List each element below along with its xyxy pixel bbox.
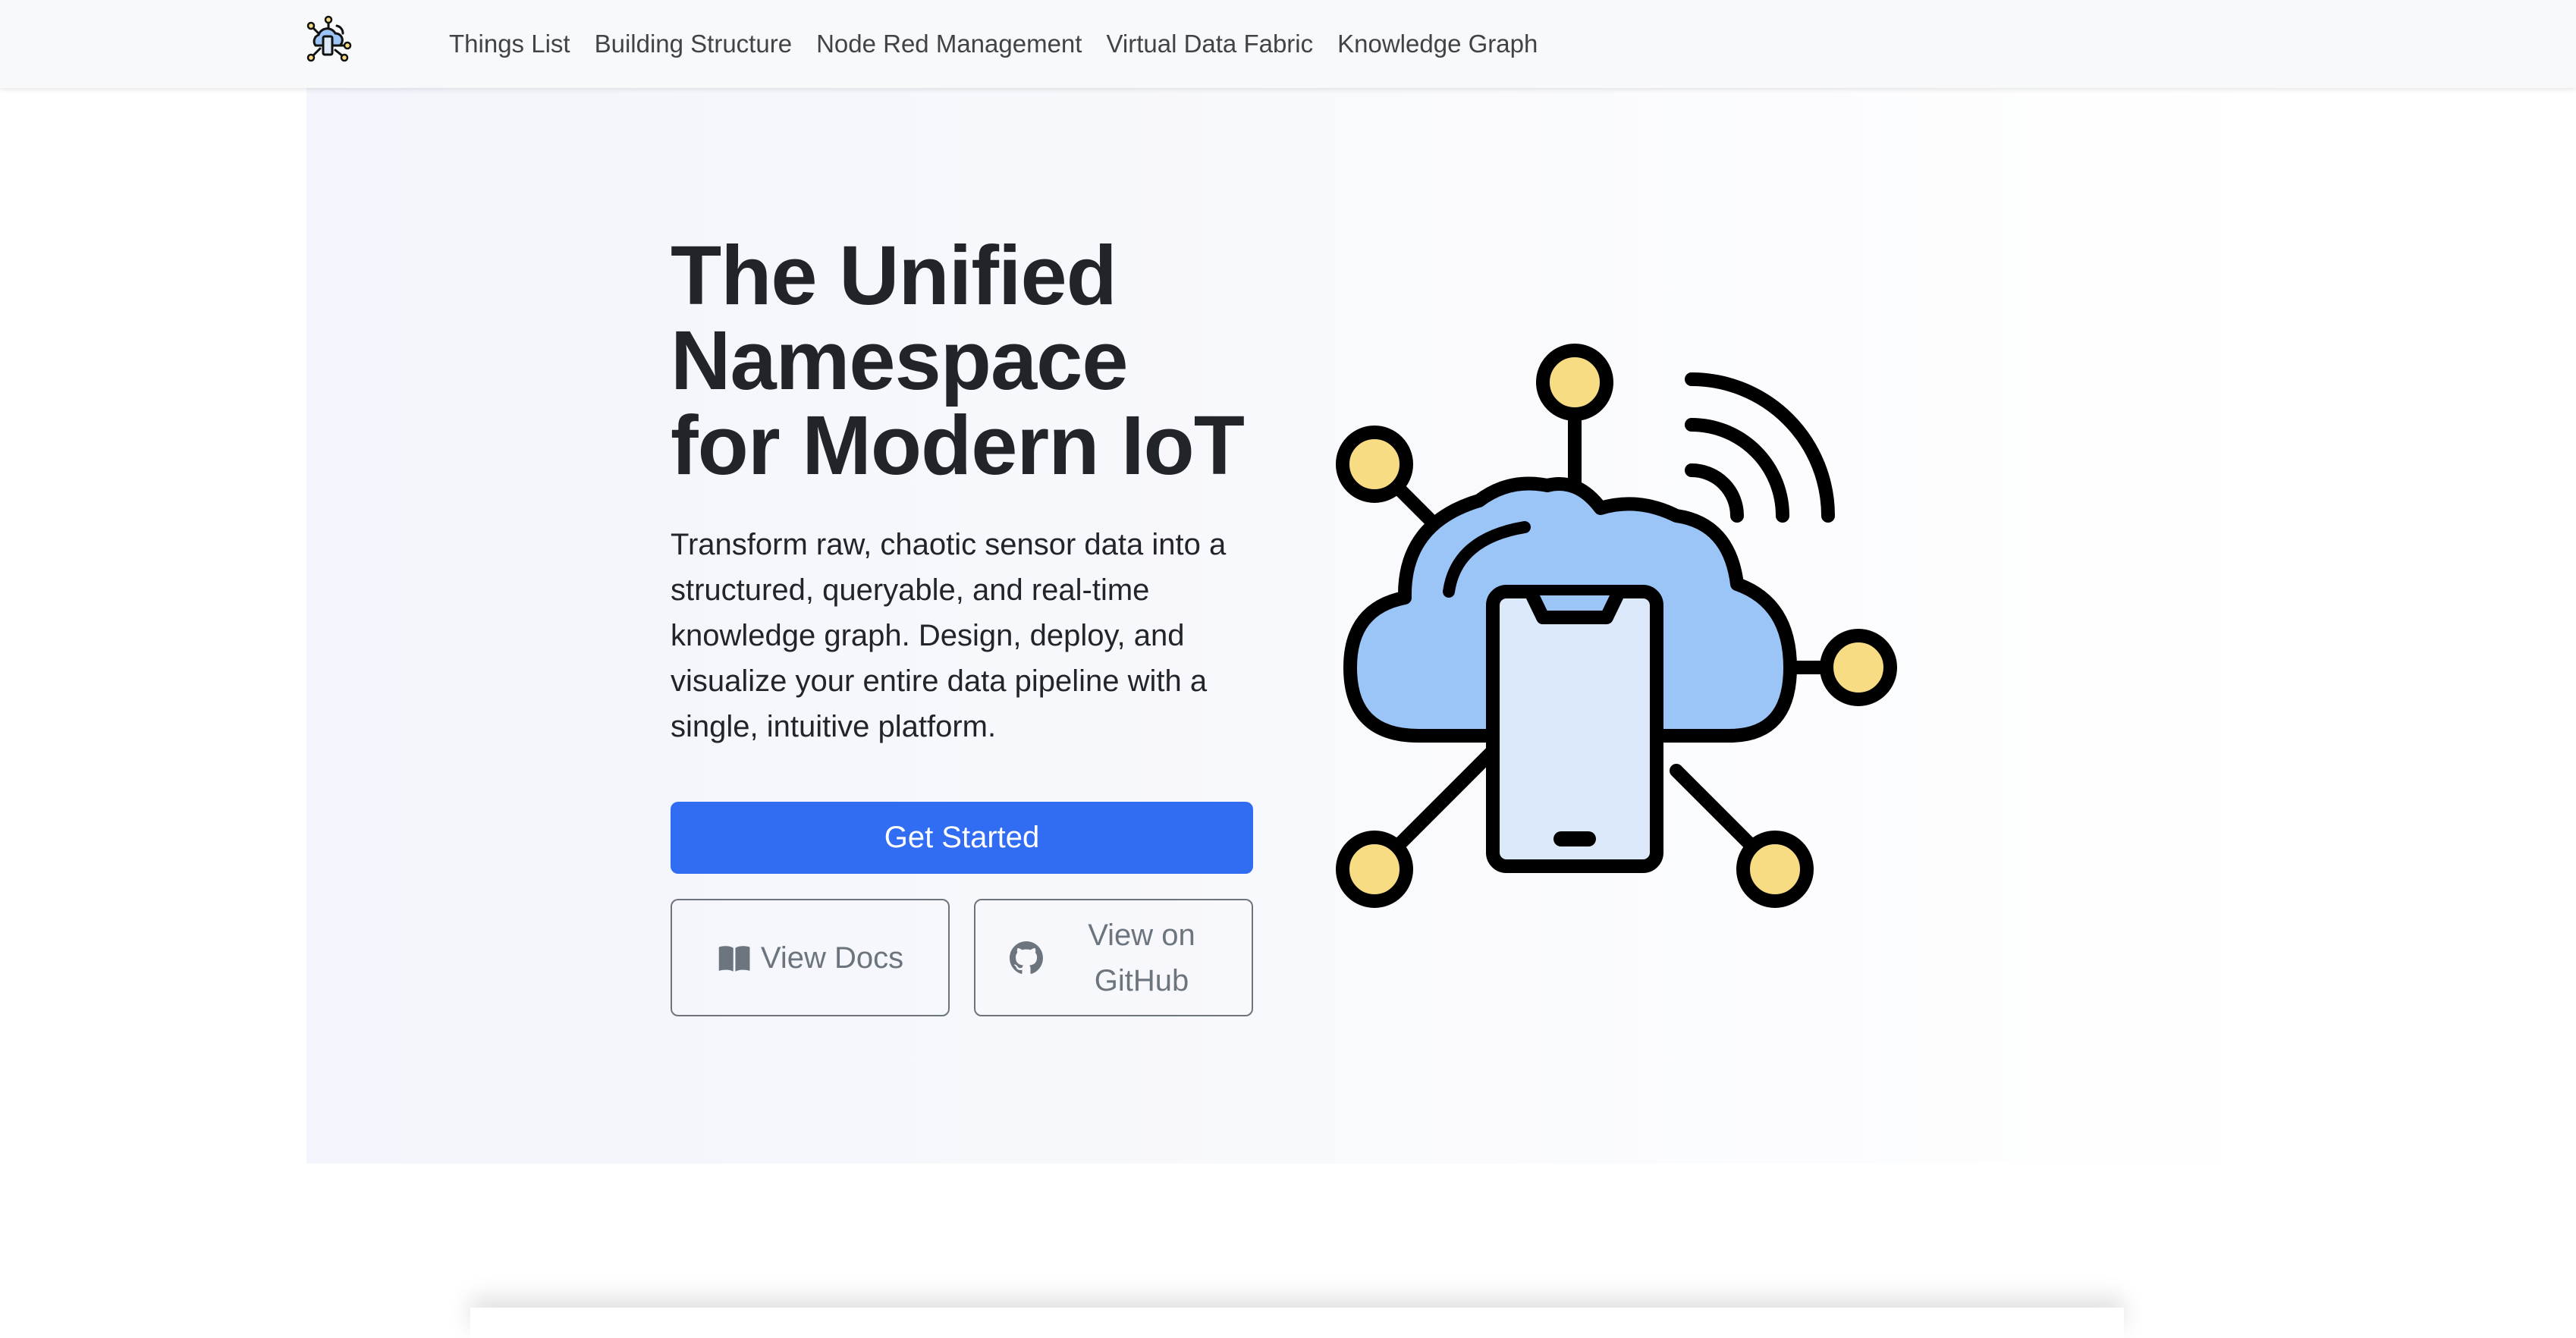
hero-title: The Unified Namespace for Modern IoT xyxy=(671,234,1255,488)
hero-title-line: The Unified xyxy=(671,229,1117,322)
hero-lead: Transform raw, chaotic sensor data into … xyxy=(671,528,1227,743)
nav-link-knowledge-graph[interactable]: Knowledge Graph xyxy=(1337,30,1538,58)
github-icon xyxy=(1010,941,1043,975)
hero-title-line: Namespace xyxy=(671,314,1129,407)
view-on-github-button[interactable]: View on GitHub xyxy=(974,899,1253,1016)
hero-text: The Unified Namespace for Modern IoT Tra… xyxy=(671,234,1255,749)
brand-logo[interactable] xyxy=(303,15,353,65)
get-started-button[interactable]: Get Started xyxy=(671,802,1253,874)
hero-section xyxy=(306,88,2273,1164)
next-section-card xyxy=(470,1308,2124,1338)
nav-link-building-structure[interactable]: Building Structure xyxy=(595,30,792,58)
iot-cloud-logo-icon xyxy=(306,15,352,62)
nav-link-virtual-data-fabric[interactable]: Virtual Data Fabric xyxy=(1106,30,1313,58)
hero-title-line: for Modern IoT xyxy=(671,399,1245,492)
view-docs-button[interactable]: View Docs xyxy=(671,899,950,1016)
view-docs-label: View Docs xyxy=(760,941,904,975)
book-icon xyxy=(717,941,750,975)
cloud-phone-network-icon xyxy=(1320,334,1912,925)
navbar: Things List Building Structure Node Red … xyxy=(0,0,2576,88)
view-on-github-label: View on GitHub xyxy=(1088,918,1195,997)
nav-link-things-list[interactable]: Things List xyxy=(449,30,570,58)
nav-links: Things List Building Structure Node Red … xyxy=(449,0,1562,88)
nav-link-node-red-management[interactable]: Node Red Management xyxy=(816,30,1082,58)
